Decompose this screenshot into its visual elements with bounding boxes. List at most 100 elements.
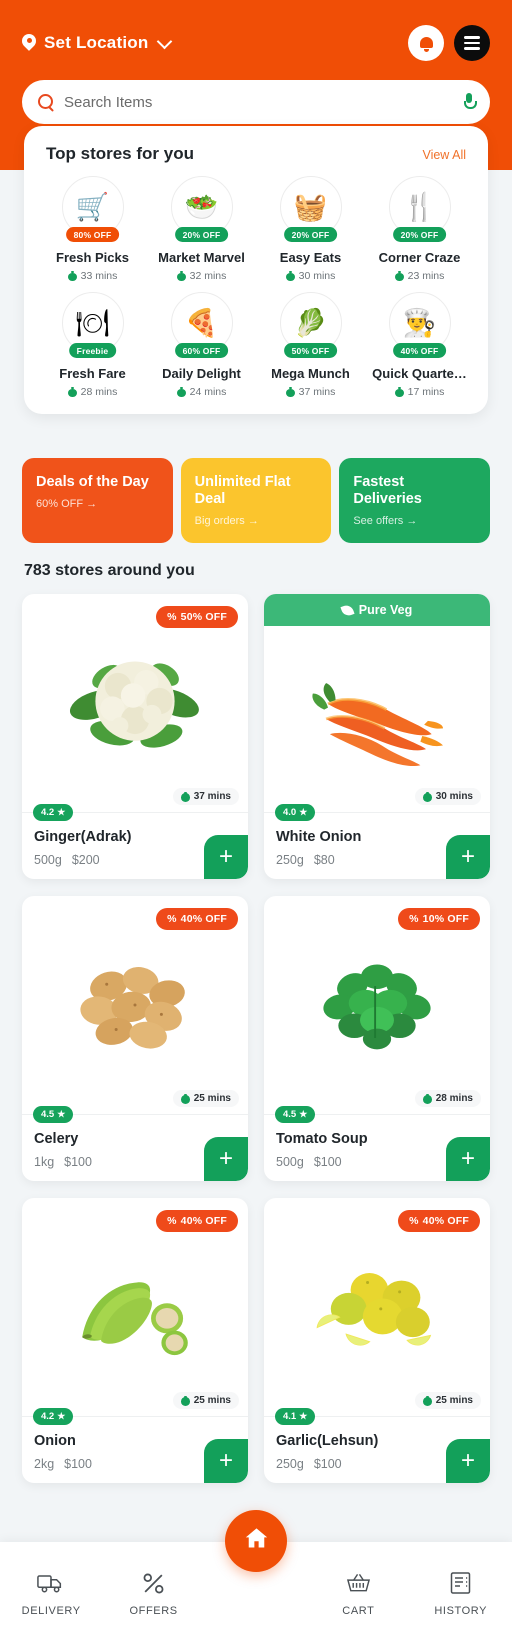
product-weight: 2kg bbox=[34, 1457, 55, 1471]
product-card[interactable]: % 50% OFF 37 mins 4.2 ★ Ginger(Adrak) 500g $20… bbox=[22, 594, 248, 879]
product-delivery-time: 25 mins bbox=[414, 1392, 481, 1409]
top-stores-grid: 🛒 80% OFF Fresh Picks 33 mins 🥗 20% OFF Market… bbox=[38, 176, 474, 398]
location-label: Set Location bbox=[44, 33, 149, 52]
promo-title: Fastest Deliveries bbox=[353, 474, 422, 508]
product-price: $80 bbox=[313, 853, 335, 867]
store-delivery-time: 24 mins bbox=[176, 386, 227, 398]
nav-item-cart[interactable]: CART bbox=[318, 1570, 398, 1617]
pure-veg-label: Pure Veg bbox=[358, 603, 413, 617]
product-delivery-time: 25 mins bbox=[172, 1392, 239, 1409]
timer-icon bbox=[422, 1093, 432, 1104]
product-card[interactable]: % 40% OFF 25 mins 4.5 ★ Celery 1kg $100 + bbox=[22, 896, 248, 1181]
rating-badge: 4.1 ★ bbox=[275, 1408, 316, 1425]
notification-bell-icon bbox=[419, 36, 433, 52]
add-to-cart-button[interactable]: + bbox=[446, 1439, 490, 1483]
add-to-cart-button[interactable]: + bbox=[204, 1137, 248, 1181]
product-time-text: 28 mins bbox=[435, 1093, 473, 1104]
nav-item-history[interactable]: HISTORY bbox=[421, 1570, 501, 1617]
store-name: Quick Quarte… bbox=[372, 366, 467, 381]
product-card[interactable]: Pure Veg 30 mins 4.0 ★ White Onion 250g $80 + bbox=[264, 594, 490, 879]
percent-icon: % bbox=[167, 1215, 177, 1227]
star-icon: ★ bbox=[57, 807, 66, 817]
star-icon: ★ bbox=[57, 1109, 66, 1119]
search-input[interactable] bbox=[64, 93, 453, 111]
product-image: 30 mins bbox=[264, 626, 490, 812]
add-to-cart-button[interactable]: + bbox=[446, 835, 490, 879]
store-item[interactable]: 🧺 20% OFF Easy Eats 30 mins bbox=[256, 176, 365, 282]
promo-card[interactable]: Deals of the Day 60% OFF → bbox=[22, 458, 173, 544]
product-weight: 250g bbox=[276, 853, 304, 867]
store-time-text: 37 mins bbox=[298, 386, 336, 398]
product-delivery-time: 37 mins bbox=[172, 788, 239, 805]
timer-icon bbox=[285, 271, 295, 281]
top-stores-card: Top stores for you View All 🛒 80% OFF Fres… bbox=[24, 126, 488, 414]
product-info: 4.5 ★ Tomato Soup 500g $100 + bbox=[264, 1106, 490, 1181]
percent-icon: % bbox=[409, 913, 419, 925]
rating-value: 4.2 bbox=[41, 1411, 55, 1422]
nav-item-offers[interactable]: OFFERS bbox=[114, 1570, 194, 1617]
product-time-text: 25 mins bbox=[193, 1395, 231, 1406]
store-item[interactable]: 🍴 20% OFF Corner Craze 23 mins bbox=[365, 176, 474, 282]
store-name: Fresh Fare bbox=[59, 366, 126, 381]
product-price: $100 bbox=[64, 1155, 92, 1169]
product-time-text: 25 mins bbox=[193, 1093, 231, 1104]
pure-veg-banner: Pure Veg bbox=[264, 594, 490, 626]
product-weight: 500g bbox=[276, 1155, 304, 1169]
header-top-bar: Set Location bbox=[22, 22, 490, 64]
discount-badge: % 40% OFF bbox=[156, 908, 238, 930]
rating-value: 4.5 bbox=[41, 1109, 55, 1120]
store-item[interactable]: 🍽 Freebie Fresh Fare 28 mins bbox=[38, 292, 147, 398]
store-item[interactable]: 🥬 50% OFF Mega Munch 37 mins bbox=[256, 292, 365, 398]
promo-card[interactable]: Unlimited Flat Deal Big orders → bbox=[180, 458, 332, 544]
set-location-button[interactable]: Set Location bbox=[22, 33, 173, 53]
star-icon: ★ bbox=[57, 1411, 66, 1421]
product-price: $100 bbox=[313, 1457, 342, 1471]
menu-button[interactable] bbox=[454, 25, 490, 61]
microphone-icon[interactable] bbox=[463, 93, 478, 111]
product-card[interactable]: % 10% OFF 28 mins 4.5 ★ Tomato Soup 500g $100 + bbox=[264, 896, 490, 1181]
nav-item-delivery[interactable]: DELIVERY bbox=[11, 1570, 91, 1617]
rating-badge: 4.2 ★ bbox=[33, 804, 74, 821]
nav-label-cart: CART bbox=[342, 1605, 375, 1617]
product-weight: 500g bbox=[34, 853, 62, 867]
map-pin-icon bbox=[22, 33, 36, 53]
product-card[interactable]: % 40% OFF 25 mins 4.2 ★ Onion 2kg $100 + bbox=[22, 1198, 248, 1483]
store-item[interactable]: 🥗 20% OFF Market Marvel 32 mins bbox=[147, 176, 256, 282]
timer-icon bbox=[67, 271, 77, 281]
store-item[interactable]: 👨‍🍳 40% OFF Quick Quarte… 17 mins bbox=[365, 292, 474, 398]
store-delivery-time: 32 mins bbox=[176, 270, 226, 282]
add-to-cart-button[interactable]: + bbox=[204, 835, 248, 879]
add-to-cart-button[interactable]: + bbox=[446, 1137, 490, 1181]
basket-icon bbox=[346, 1570, 371, 1596]
store-logo-wrap: 🛒 80% OFF bbox=[61, 176, 124, 242]
store-logo-wrap: 🥬 50% OFF bbox=[279, 292, 342, 358]
discount-badge: % 40% OFF bbox=[156, 1210, 238, 1232]
chevron-down-icon[interactable] bbox=[157, 33, 173, 49]
notification-button[interactable] bbox=[408, 25, 444, 61]
promo-banner-row: Deals of the Day 60% OFF → Unlimited Flat … bbox=[22, 458, 491, 544]
timer-icon bbox=[285, 387, 295, 397]
search-bar[interactable] bbox=[22, 80, 490, 124]
store-name: Fresh Picks bbox=[56, 250, 129, 265]
store-delivery-time: 37 mins bbox=[285, 386, 336, 398]
store-logo-wrap: 👨‍🍳 40% OFF bbox=[388, 292, 451, 358]
timer-icon bbox=[394, 271, 404, 281]
add-to-cart-button[interactable]: + bbox=[204, 1439, 248, 1483]
store-discount-badge: 20% OFF bbox=[283, 227, 338, 242]
hamburger-menu-icon bbox=[464, 36, 480, 50]
product-time-text: 25 mins bbox=[435, 1395, 473, 1406]
store-item[interactable]: 🍕 60% OFF Daily Delight 24 mins bbox=[147, 292, 256, 398]
store-discount-badge: 20% OFF bbox=[174, 227, 229, 242]
store-logo-wrap: 🥗 20% OFF bbox=[170, 176, 233, 242]
timer-icon bbox=[67, 387, 77, 397]
store-time-text: 24 mins bbox=[189, 386, 227, 398]
timer-icon bbox=[180, 1093, 190, 1104]
promo-card[interactable]: Fastest Deliveries See offers → bbox=[339, 458, 491, 544]
home-fab-button[interactable] bbox=[225, 1510, 287, 1572]
percent-icon: % bbox=[167, 611, 177, 623]
bottom-navigation: DELIVERY OFFERS CART HISTORY bbox=[0, 1510, 512, 1652]
promo-title: Deals of the Day bbox=[36, 474, 149, 490]
view-all-link[interactable]: View All bbox=[422, 148, 466, 162]
store-item[interactable]: 🛒 80% OFF Fresh Picks 33 mins bbox=[38, 176, 147, 282]
product-card[interactable]: % 40% OFF 25 mins 4.1 ★ Garlic(Lehsun) 250g $1… bbox=[264, 1198, 490, 1483]
